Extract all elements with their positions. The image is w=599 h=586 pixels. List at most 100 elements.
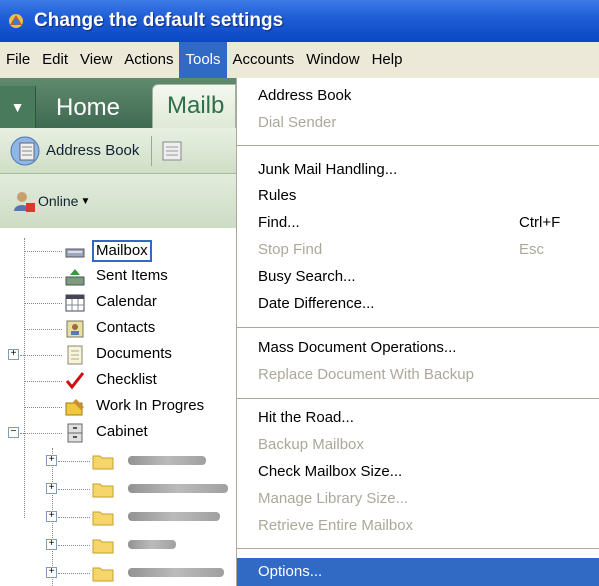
menuitem-busy-search[interactable]: Busy Search... (237, 263, 599, 290)
tab-home[interactable]: Home (44, 88, 132, 128)
tree-item-checklist[interactable]: Checklist (0, 368, 236, 394)
folder-icon (92, 567, 114, 582)
tree-item-subfolder[interactable]: + (0, 476, 236, 502)
toolbar: Address Book (0, 128, 236, 174)
folder-icon (92, 483, 114, 498)
work-in-progress-icon (65, 399, 84, 416)
collapse-icon[interactable]: − (8, 427, 19, 438)
obscured-folder-name (128, 540, 176, 549)
tab-mailbox[interactable]: Mailb (152, 84, 236, 128)
folder-icon (92, 511, 114, 526)
shortcut-ctrl-f: Ctrl+F (519, 214, 561, 231)
address-book-label: Address Book (46, 142, 140, 159)
menuitem-find-label: Find... (258, 214, 300, 231)
menuitem-replace-document-with-backup[interactable]: Replace Document With Backup (237, 361, 599, 388)
tree-label-documents[interactable]: Documents (94, 344, 174, 366)
menu-bar: File Edit View Actions Tools Accounts Wi… (0, 42, 599, 78)
menu-separator (237, 145, 599, 146)
obscured-folder-name (128, 568, 224, 577)
menuitem-dial-sender[interactable]: Dial Sender (237, 109, 599, 136)
online-status-label[interactable]: Online (38, 193, 78, 209)
menuitem-options[interactable]: Options... (237, 558, 599, 586)
tree-label-cabinet[interactable]: Cabinet (94, 422, 150, 444)
menuitem-check-mailbox-size[interactable]: Check Mailbox Size... (237, 458, 599, 485)
tree-label-checklist[interactable]: Checklist (94, 370, 159, 392)
app-icon (9, 14, 23, 28)
tree-item-contacts[interactable]: Contacts (0, 316, 236, 342)
menuitem-hit-the-road[interactable]: Hit the Road... (237, 404, 599, 431)
tab-bar: ▼ Home Mailb (0, 78, 236, 128)
menuitem-stop-find-label: Stop Find (258, 241, 323, 258)
toolbar-separator (151, 135, 153, 166)
obscured-folder-name (128, 484, 228, 493)
shortcut-esc: Esc (519, 241, 545, 258)
menuitem-manage-library-size[interactable]: Manage Library Size... (237, 485, 599, 512)
tree-item-subfolder[interactable]: + (0, 448, 236, 474)
address-book-button[interactable]: Address Book (8, 134, 139, 168)
window-title: Change the default settings (34, 10, 284, 31)
tree-item-subfolder[interactable]: + (0, 560, 236, 586)
obscured-folder-name (128, 456, 206, 465)
document-icon[interactable] (160, 139, 184, 163)
tree-label-mailbox[interactable]: Mailbox (92, 240, 152, 262)
folder-tree: Mailbox Sent Items Calendar Contacts + D… (0, 238, 236, 586)
tree-item-documents[interactable]: + Documents (0, 342, 236, 368)
checklist-icon (65, 372, 85, 390)
menuitem-junk-mail-handling[interactable]: Junk Mail Handling... (237, 156, 599, 183)
user-online-icon (14, 192, 35, 212)
menuitem-mass-document-operations[interactable]: Mass Document Operations... (237, 334, 599, 361)
tree-item-subfolder[interactable]: + (0, 532, 236, 558)
obscured-folder-name (128, 512, 220, 521)
menuitem-backup-mailbox[interactable]: Backup Mailbox (237, 431, 599, 458)
expand-icon[interactable]: + (46, 567, 57, 578)
title-bar: Change the default settings (0, 0, 599, 42)
tree-item-mailbox[interactable]: Mailbox (0, 238, 236, 264)
menuitem-rules[interactable]: Rules (237, 182, 599, 209)
tree-item-work-in-progress[interactable]: Work In Progres (0, 394, 236, 420)
menu-tools[interactable]: Tools (179, 42, 227, 78)
tree-item-subfolder[interactable]: + (0, 504, 236, 530)
folder-icon (92, 539, 114, 554)
cabinet-icon (67, 423, 83, 443)
menu-separator (237, 327, 599, 328)
tree-label-calendar[interactable]: Calendar (94, 292, 159, 314)
menu-edit[interactable]: Edit (36, 42, 74, 78)
triangle-down-icon: ▼ (10, 99, 25, 115)
menuitem-retrieve-entire-mailbox[interactable]: Retrieve Entire Mailbox (237, 512, 599, 539)
documents-icon (67, 345, 83, 365)
menu-separator (237, 548, 599, 549)
expand-icon[interactable]: + (46, 539, 57, 550)
menuitem-stop-find[interactable]: Stop Find Esc (237, 236, 599, 263)
tree-label-work-in-progress[interactable]: Work In Progres (94, 396, 206, 418)
menu-window[interactable]: Window (300, 42, 365, 78)
menu-view[interactable]: View (74, 42, 118, 78)
expand-icon[interactable]: + (8, 349, 19, 360)
menuitem-date-difference[interactable]: Date Difference... (237, 290, 599, 317)
menu-accounts[interactable]: Accounts (227, 42, 301, 78)
sent-items-icon (65, 269, 85, 286)
contacts-icon (66, 320, 84, 338)
nav-dropdown-button[interactable]: ▼ (0, 86, 36, 128)
online-status-bar: Online ▼ (0, 174, 236, 228)
tree-item-calendar[interactable]: Calendar (0, 290, 236, 316)
menu-file[interactable]: File (0, 42, 36, 78)
folder-icon (92, 455, 114, 470)
tree-label-sent-items[interactable]: Sent Items (94, 266, 170, 288)
menuitem-find[interactable]: Find... Ctrl+F (237, 209, 599, 236)
expand-icon[interactable]: + (46, 483, 57, 494)
mailbox-icon (65, 248, 85, 258)
calendar-icon (65, 294, 85, 312)
expand-icon[interactable]: + (46, 511, 57, 522)
expand-icon[interactable]: + (46, 455, 57, 466)
tree-item-cabinet[interactable]: − Cabinet (0, 420, 236, 446)
tree-item-sent-items[interactable]: Sent Items (0, 264, 236, 290)
caret-down-icon[interactable]: ▼ (80, 196, 90, 207)
menu-separator (237, 398, 599, 399)
tree-label-contacts[interactable]: Contacts (94, 318, 157, 340)
menuitem-address-book[interactable]: Address Book (237, 82, 599, 109)
menu-help[interactable]: Help (366, 42, 409, 78)
main-window-area: ▼ Home Mailb Address Book Online ▼ Mailb… (0, 78, 236, 586)
tools-menu-dropdown: Address Book Dial Sender Junk Mail Handl… (236, 78, 599, 586)
address-book-icon (10, 136, 40, 165)
menu-actions[interactable]: Actions (118, 42, 179, 78)
